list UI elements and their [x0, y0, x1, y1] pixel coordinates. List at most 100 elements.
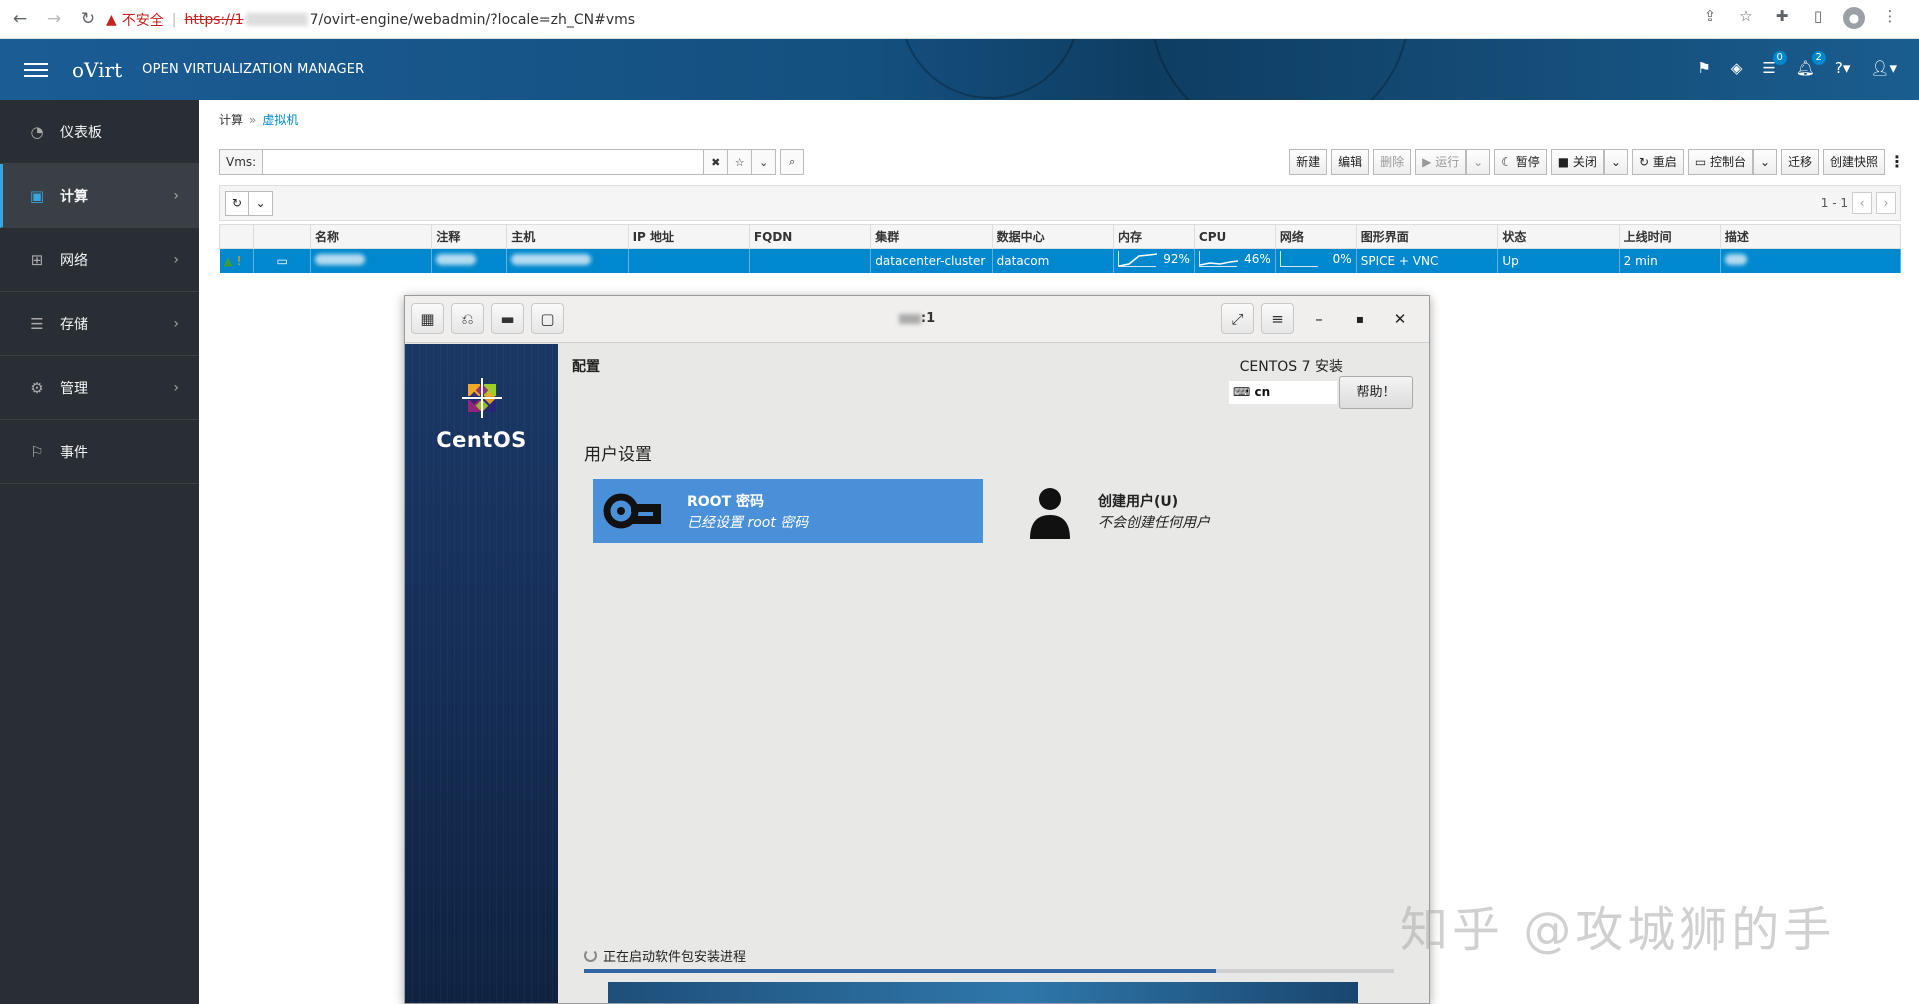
reload-icon[interactable]: ↻ [74, 5, 102, 33]
sidebar-item-events[interactable]: ⚐ 事件 [0, 420, 199, 484]
product-title: OPEN VIRTUALIZATION MANAGER [142, 62, 365, 77]
sidebar-item-admin[interactable]: ⚙ 管理 › [0, 356, 199, 420]
console-button[interactable]: ▭ 控制台 [1687, 149, 1753, 175]
next-page-icon[interactable]: › [1876, 192, 1896, 214]
hamburger-menu-icon[interactable]: ≡ [1261, 303, 1294, 334]
create-user-spoke[interactable]: 创建用户(U) 不会创建任何用户 [1018, 479, 1318, 543]
create-snapshot-button[interactable]: 创建快照 [1822, 149, 1885, 175]
clear-search-icon[interactable]: ✖ [704, 149, 729, 175]
sidebar-item-label: 计算 [60, 188, 88, 205]
table-header-row: 名称 注释 主机 IP 地址 FQDN 集群 数据中心 内存 CPU 网络 图形… [218, 224, 1902, 249]
bell-icon[interactable]: 🔔︎ 2 [1796, 51, 1826, 77]
breadcrumb: 计算» 虚拟机 [219, 113, 299, 127]
run-button[interactable]: ▶ 运行 [1415, 149, 1467, 175]
redacted-value [436, 253, 477, 265]
breadcrumb-current[interactable]: 虚拟机 [262, 113, 298, 127]
sidebar-item-dashboard[interactable]: ◔ 仪表板 [0, 100, 199, 164]
prev-page-icon[interactable]: ‹ [1852, 192, 1872, 214]
refresh-icon[interactable]: ↻ [225, 191, 249, 216]
maximize-icon[interactable]: ▪ [1351, 312, 1369, 326]
column-header[interactable]: CPU [1193, 224, 1276, 249]
edit-button[interactable]: 编辑 [1331, 149, 1370, 175]
column-header[interactable]: 内存 [1113, 224, 1195, 249]
shutdown-button[interactable]: ■ 关闭 [1550, 149, 1604, 175]
search-input[interactable] [262, 149, 705, 175]
sidepanel-icon[interactable]: ▯ [1807, 7, 1829, 29]
back-icon[interactable]: ← [6, 5, 34, 33]
column-header[interactable]: 上线时间 [1618, 224, 1721, 249]
new-button[interactable]: 新建 [1289, 149, 1328, 175]
tags-icon[interactable]: ◈ [1731, 59, 1743, 77]
keyboard-layout-indicator[interactable]: ⌨ cn [1229, 381, 1337, 404]
search-icon[interactable]: ⌕ [780, 149, 805, 175]
install-title: CENTOS 7 安装 [1239, 359, 1343, 375]
chevron-right-icon: › [173, 251, 179, 268]
spinner-icon [584, 949, 597, 962]
address-bar[interactable]: ▲ 不安全 | https://1 7/ovirt-engine/webadmi… [106, 6, 635, 33]
redacted-value [1724, 253, 1747, 265]
help-icon[interactable]: ?▾ [1835, 59, 1851, 77]
url-scheme: https://1 [184, 11, 244, 28]
redacted-value [315, 253, 365, 265]
column-header[interactable]: 网络 [1274, 224, 1357, 249]
progress-label: 正在启动软件包安装进程 [603, 950, 747, 965]
section-title: 用户设置 [584, 445, 652, 465]
chevron-right-icon: › [173, 315, 179, 332]
profile-icon[interactable]: ● [1843, 7, 1865, 29]
sidebar-item-storage[interactable]: ☰ 存储 › [0, 292, 199, 356]
user-icon[interactable]: 👤︎▾ [1870, 59, 1897, 77]
breadcrumb-root[interactable]: 计算 [219, 113, 243, 127]
column-header[interactable]: 描述 [1719, 224, 1902, 249]
spoke-status: 不会创建任何用户 [1098, 515, 1210, 531]
sidebar: ◔ 仪表板 ▣ 计算 › ⊞ 网络 › ☰ 存储 › ⚙ 管理 › ⚐ 事件 [0, 100, 199, 1004]
column-header[interactable]: FQDN [748, 224, 872, 249]
name-cell[interactable] [310, 248, 433, 273]
column-header[interactable]: 状态 [1497, 224, 1620, 249]
tasks-icon[interactable]: ☰ 0 [1762, 51, 1787, 77]
column-header[interactable]: 名称 [309, 224, 433, 249]
column-header[interactable] [218, 224, 255, 249]
network-value: 0% [1332, 252, 1352, 267]
suspend-button[interactable]: ☾ 暂停 [1494, 149, 1547, 175]
keyboard-icon: ⌨ [1233, 385, 1251, 399]
chevron-down-icon[interactable]: ⌄ [752, 149, 777, 175]
cpu-sparkline [1198, 251, 1238, 268]
redacted-value [511, 253, 592, 265]
column-header[interactable]: 数据中心 [991, 224, 1115, 249]
reboot-button[interactable]: ↻ 重启 [1631, 149, 1684, 175]
extensions-icon[interactable]: ✚ [1771, 7, 1793, 29]
bookmark-star-icon[interactable]: ☆ [728, 149, 753, 175]
share-icon[interactable]: ⇪ [1699, 7, 1721, 29]
shutdown-dropdown-icon[interactable]: ⌄ [1603, 149, 1628, 175]
help-button[interactable]: 帮助！ [1339, 376, 1413, 409]
migrate-button[interactable]: 迁移 [1780, 149, 1819, 175]
close-icon[interactable]: ✕ [1391, 310, 1409, 328]
column-header[interactable]: IP 地址 [627, 224, 750, 249]
star-icon[interactable]: ☆ [1735, 7, 1757, 29]
minimize-icon[interactable]: – [1310, 310, 1328, 328]
ovirt-logo: oVirt [72, 57, 123, 82]
menu-icon[interactable]: ⋮ [1879, 7, 1901, 29]
forward-icon[interactable]: → [40, 5, 68, 33]
column-header[interactable]: 图形界面 [1355, 224, 1499, 249]
bookmark-icon[interactable]: ⚑ [1697, 59, 1710, 77]
remove-button[interactable]: 删除 [1373, 149, 1412, 175]
sidebar-item-compute[interactable]: ▣ 计算 › [0, 164, 199, 228]
hamburger-menu-icon[interactable] [24, 62, 48, 77]
run-dropdown-icon[interactable]: ⌄ [1466, 149, 1491, 175]
search-bar: Vms: ✖ ☆ ⌄ ⌕ [219, 149, 805, 175]
watermark: 知乎 @攻城狮的手 [1400, 902, 1836, 958]
column-header[interactable]: 主机 [506, 224, 629, 249]
sidebar-item-network[interactable]: ⊞ 网络 › [0, 228, 199, 292]
warning-icon: ▲ [106, 11, 117, 28]
column-header[interactable]: 集群 [870, 224, 993, 249]
console-dropdown-icon[interactable]: ⌄ [1752, 149, 1777, 175]
refresh-dropdown-icon[interactable]: ⌄ [249, 191, 273, 216]
kebab-menu-icon[interactable]: ⋮ [1889, 149, 1905, 175]
root-password-spoke[interactable]: ROOT 密码 已经设置 root 密码 [593, 479, 983, 543]
column-header[interactable] [253, 224, 311, 249]
grid-toolbar: ↻ ⌄ 1 - 1 ‹ › [219, 185, 1901, 221]
column-header[interactable]: 注释 [431, 224, 508, 249]
table-row[interactable]: ▲ ! ▭ datacenter-cluster datacom 92% 46%… [219, 248, 1902, 273]
fullscreen-icon[interactable]: ⤢ [1221, 303, 1254, 334]
